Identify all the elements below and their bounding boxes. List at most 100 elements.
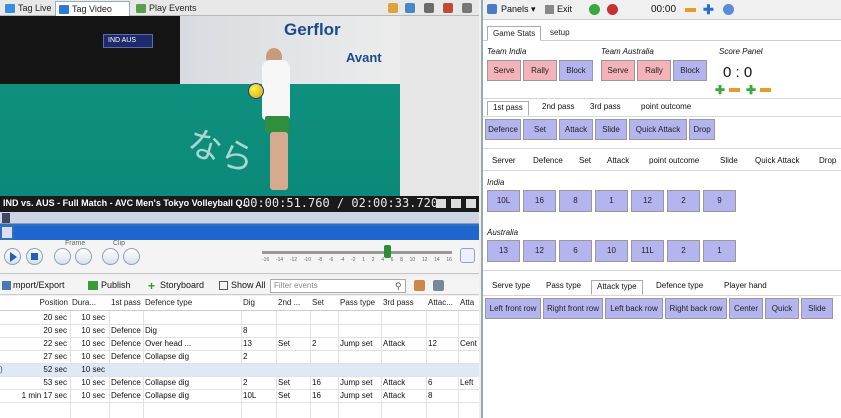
layout-icon[interactable] [388, 3, 398, 13]
table-row[interactable]: 22 sec 10 sec Defence Over head ... 13 Set 2 Ju… [0, 338, 479, 351]
pass-button-0[interactable]: Defence [485, 119, 521, 140]
table-row[interactable]: 20 sec 10 sec [0, 312, 479, 325]
record-icon[interactable] [607, 4, 618, 15]
india-player-button[interactable]: 10L [487, 190, 520, 212]
australia-player-button[interactable]: 11L [631, 240, 664, 262]
type-tab-0[interactable]: Serve type [487, 280, 535, 295]
play-button[interactable] [4, 248, 21, 265]
grid-header-cell[interactable]: Defence type [145, 298, 241, 307]
video-player[interactable]: Gerflor Avant IND AUS なら [0, 16, 400, 196]
tab-pass-0[interactable]: 1st pass [487, 101, 529, 116]
grid-header-cell[interactable]: Dura... [72, 298, 108, 307]
panels-dropdown-icon[interactable]: ▾ [531, 4, 536, 15]
india-player-button[interactable]: 2 [667, 190, 700, 212]
speed-slider-track[interactable] [262, 251, 452, 254]
timeline-bar[interactable] [14, 226, 479, 240]
australia-player-button[interactable]: 10 [595, 240, 628, 262]
table-row[interactable]: 52 sec 10 sec [0, 364, 479, 377]
india-player-button[interactable]: 16 [523, 190, 556, 212]
grid-header-cell[interactable]: Position [0, 298, 70, 307]
grid-icon[interactable] [424, 3, 434, 13]
australia-serve-button[interactable]: Serve [601, 60, 635, 81]
type-tab-2[interactable]: Attack type [591, 280, 643, 295]
clip-forward-button[interactable] [123, 248, 140, 265]
pass-button-4[interactable]: Quick Attack [629, 119, 687, 140]
stat-header-2[interactable]: Set [579, 156, 591, 165]
export-icon[interactable] [443, 3, 453, 13]
filter-events-input[interactable]: Filter events [270, 279, 406, 293]
table-row[interactable]: 1 min 17 sec 10 sec Defence Collapse dig 10L… [0, 390, 479, 403]
table-row[interactable]: 53 sec 10 sec Defence Collapse dig 2 Set 16 Jum… [0, 377, 479, 390]
grid-header-cell[interactable]: Set [312, 298, 338, 307]
camera-icon[interactable] [451, 199, 461, 208]
attack-type-button-1[interactable]: Right front row [543, 298, 603, 319]
fullscreen-icon[interactable] [466, 199, 476, 208]
panels-menu[interactable]: Panels [501, 4, 529, 14]
table-row[interactable]: 20 sec 10 sec Defence Dig 8 [0, 325, 479, 338]
pass-button-3[interactable]: Slide [595, 119, 627, 140]
australia-score-minus-icon[interactable] [760, 88, 771, 92]
table-row[interactable]: 27 sec 10 sec Defence Collapse dig 2 [0, 351, 479, 364]
exit-button[interactable]: Exit [557, 4, 572, 14]
import-export-button[interactable]: mport/Export [13, 280, 65, 290]
australia-block-button[interactable]: Block [673, 60, 707, 81]
window-icon[interactable] [405, 3, 415, 13]
frame-forward-button[interactable] [75, 248, 92, 265]
stat-header-1[interactable]: Defence [533, 156, 563, 165]
india-player-button[interactable]: 9 [703, 190, 736, 212]
attack-type-button-2[interactable]: Left back row [605, 298, 663, 319]
columns-icon[interactable] [433, 280, 444, 291]
grid-header-cell[interactable]: Dig [243, 298, 276, 307]
grid-header-cell[interactable]: 2nd ... [278, 298, 310, 307]
attack-type-button-0[interactable]: Left front row [485, 298, 541, 319]
type-tab-4[interactable]: Player hand [719, 280, 772, 295]
grid-header-cell[interactable]: Pass type [340, 298, 382, 307]
pass-button-2[interactable]: Attack [559, 119, 593, 140]
india-player-button[interactable]: 8 [559, 190, 592, 212]
attack-type-button-5[interactable]: Quick [765, 298, 799, 319]
stat-header-0[interactable]: Server [492, 156, 516, 165]
attack-type-button-4[interactable]: Center [729, 298, 763, 319]
india-player-button[interactable]: 12 [631, 190, 664, 212]
timer-plus-icon[interactable]: ✚ [703, 3, 714, 16]
timeline[interactable] [0, 212, 479, 240]
grid-header-cell[interactable]: Attac... [428, 298, 458, 307]
india-serve-button[interactable]: Serve [487, 60, 521, 81]
attack-type-button-3[interactable]: Right back row [665, 298, 727, 319]
stat-header-5[interactable]: Slide [720, 156, 738, 165]
timeline-marker-icon[interactable] [2, 213, 10, 223]
type-tab-1[interactable]: Pass type [541, 280, 586, 295]
australia-player-button[interactable]: 12 [523, 240, 556, 262]
india-player-button[interactable]: 1 [595, 190, 628, 212]
refresh-icon[interactable] [589, 4, 600, 15]
tab-game-stats[interactable]: Game Stats [487, 26, 542, 41]
australia-player-button[interactable]: 2 [667, 240, 700, 262]
australia-player-button[interactable]: 13 [487, 240, 520, 262]
india-score-plus-icon[interactable]: ✚ [715, 84, 725, 96]
tab-play-events[interactable]: Play Events [133, 1, 198, 16]
settings-icon[interactable] [462, 3, 472, 13]
grid-header-cell[interactable]: 3rd pass [383, 298, 426, 307]
stat-header-6[interactable]: Quick Attack [755, 156, 799, 165]
frame-back-button[interactable] [54, 248, 71, 265]
stop-button[interactable] [26, 248, 43, 265]
tab-tag-live[interactable]: Tag Live [2, 1, 54, 16]
tab-pass-2[interactable]: 3rd pass [585, 101, 626, 116]
tab-pass-1[interactable]: 2nd pass [537, 101, 579, 116]
storyboard-button[interactable]: Storyboard [160, 280, 204, 290]
timeline-start-icon[interactable] [2, 227, 12, 238]
type-tab-3[interactable]: Defence type [651, 280, 708, 295]
snapshot-icon[interactable] [436, 199, 446, 208]
australia-score-plus-icon[interactable]: ✚ [746, 84, 756, 96]
australia-player-button[interactable]: 1 [703, 240, 736, 262]
attack-type-button-6[interactable]: Slide [801, 298, 833, 319]
australia-player-button[interactable]: 6 [559, 240, 592, 262]
india-score-minus-icon[interactable] [729, 88, 740, 92]
india-block-button[interactable]: Block [559, 60, 593, 81]
clip-back-button[interactable] [102, 248, 119, 265]
filter-icon[interactable] [414, 280, 425, 291]
grid-header-cell[interactable]: 1st pass [111, 298, 143, 307]
australia-rally-button[interactable]: Rally [637, 60, 671, 81]
india-rally-button[interactable]: Rally [523, 60, 557, 81]
show-all-button[interactable]: Show All [231, 280, 266, 290]
